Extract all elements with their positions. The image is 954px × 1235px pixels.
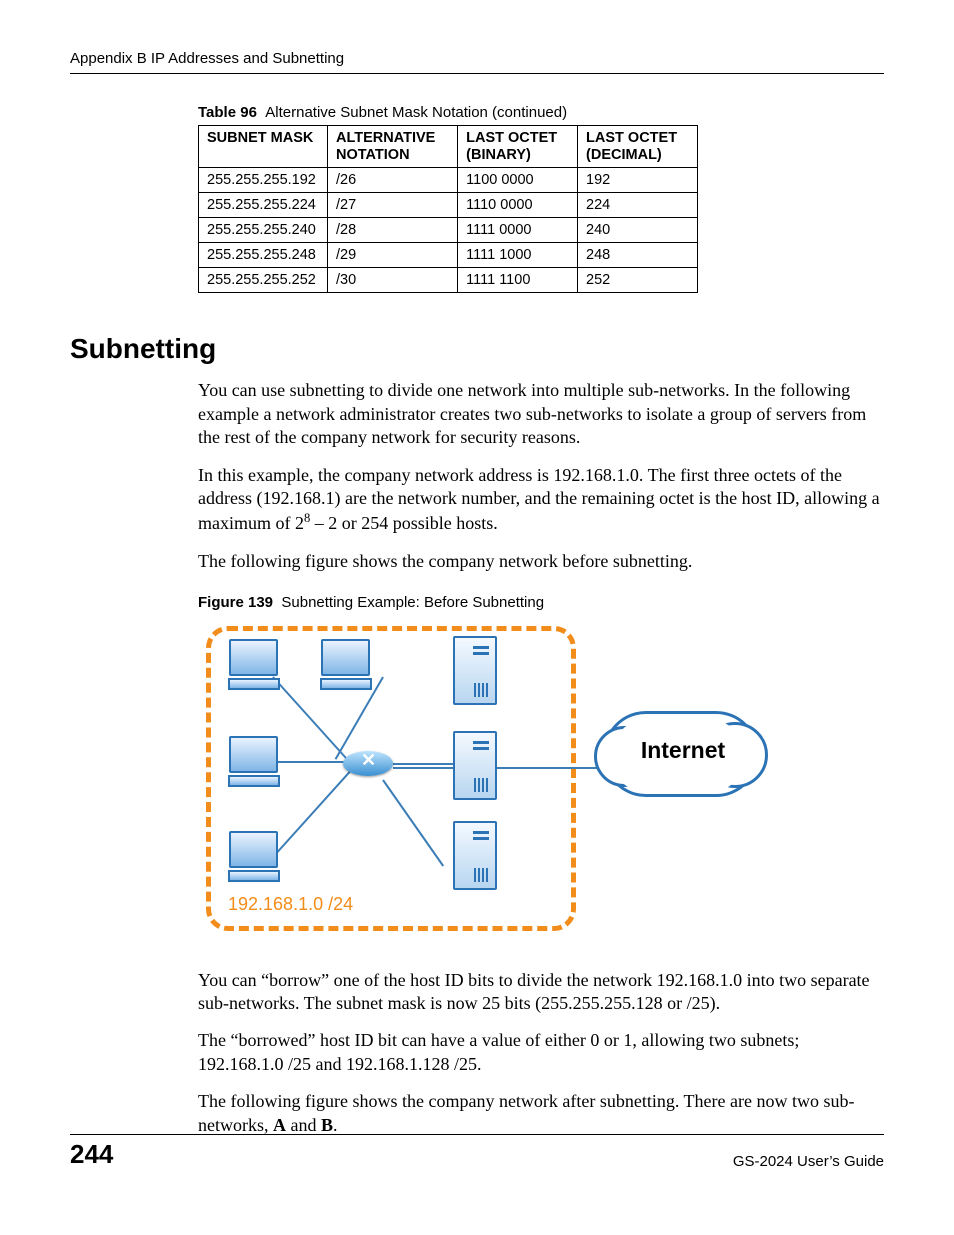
guide-title: GS-2024 User’s Guide	[733, 1153, 884, 1170]
pc-icon	[226, 639, 281, 689]
table-cell: 255.255.255.248	[199, 243, 328, 268]
subnet-mask-table: SUBNET MASK ALTERNATIVE NOTATION LAST OC…	[198, 125, 698, 293]
paragraph: In this example, the company network add…	[198, 464, 884, 536]
paragraph: You can “borrow” one of the host ID bits…	[198, 969, 884, 1016]
figure-139: Internet 192.168.1.0 /24	[198, 621, 758, 951]
table-cell: 255.255.255.240	[199, 218, 328, 243]
pc-icon	[226, 736, 281, 786]
table-label: Table 96	[198, 104, 257, 121]
table-cell: /26	[327, 168, 457, 193]
table-cell: 1111 1000	[458, 243, 578, 268]
pc-icon	[226, 831, 281, 881]
table-cell: /29	[327, 243, 457, 268]
figure-label: Figure 139	[198, 594, 273, 611]
wan-link	[393, 767, 603, 769]
col-subnet-mask: SUBNET MASK	[199, 126, 328, 168]
wire	[278, 761, 348, 763]
col-last-octet-bin: LAST OCTET (BINARY)	[458, 126, 578, 168]
table-row: 255.255.255.252/301111 1100252	[199, 268, 698, 293]
figure-caption: Figure 139 Subnetting Example: Before Su…	[198, 593, 884, 613]
table-cell: 1111 0000	[458, 218, 578, 243]
table-cell: 255.255.255.252	[199, 268, 328, 293]
table-cell: /30	[327, 268, 457, 293]
table-cell: 255.255.255.224	[199, 193, 328, 218]
table-cell: /27	[327, 193, 457, 218]
server-icon	[453, 821, 497, 890]
router-icon	[343, 751, 393, 776]
running-header: Appendix B IP Addresses and Subnetting	[70, 50, 884, 74]
paragraph: You can use subnetting to divide one net…	[198, 379, 884, 449]
col-alt-notation: ALTERNATIVE NOTATION	[327, 126, 457, 168]
table-cell: 252	[578, 268, 698, 293]
body-text: You can use subnetting to divide one net…	[198, 379, 884, 1137]
network-label: 192.168.1.0 /24	[228, 893, 353, 916]
cloud-label: Internet	[603, 736, 763, 766]
table-cell: 1111 1100	[458, 268, 578, 293]
server-icon	[453, 731, 497, 800]
table-cell: /28	[327, 218, 457, 243]
table-cell: 1100 0000	[458, 168, 578, 193]
table-cell: 248	[578, 243, 698, 268]
paragraph: The following figure shows the company n…	[198, 550, 884, 573]
paragraph: The “borrowed” host ID bit can have a va…	[198, 1029, 884, 1076]
table-row: 255.255.255.240/281111 0000240	[199, 218, 698, 243]
table-caption-text: Alternative Subnet Mask Notation (contin…	[265, 104, 567, 121]
page-number: 244	[70, 1139, 113, 1170]
internet-cloud: Internet	[603, 711, 753, 801]
table-cell: 255.255.255.192	[199, 168, 328, 193]
server-icon	[453, 636, 497, 705]
paragraph: The following figure shows the company n…	[198, 1090, 884, 1137]
page-footer: 244 GS-2024 User’s Guide	[70, 1134, 884, 1170]
table-row: 255.255.255.224/271110 0000224	[199, 193, 698, 218]
table-cell: 192	[578, 168, 698, 193]
table-caption: Table 96 Alternative Subnet Mask Notatio…	[198, 104, 884, 121]
table-cell: 240	[578, 218, 698, 243]
table-row: 255.255.255.192/261100 0000192	[199, 168, 698, 193]
section-heading: Subnetting	[70, 333, 884, 365]
table-row: 255.255.255.248/291111 1000248	[199, 243, 698, 268]
page: Appendix B IP Addresses and Subnetting T…	[0, 0, 954, 1200]
col-last-octet-dec: LAST OCTET (DECIMAL)	[578, 126, 698, 168]
table-96: Table 96 Alternative Subnet Mask Notatio…	[198, 104, 884, 293]
table-cell: 224	[578, 193, 698, 218]
figure-caption-text: Subnetting Example: Before Subnetting	[281, 594, 544, 611]
pc-icon	[318, 639, 373, 689]
table-cell: 1110 0000	[458, 193, 578, 218]
